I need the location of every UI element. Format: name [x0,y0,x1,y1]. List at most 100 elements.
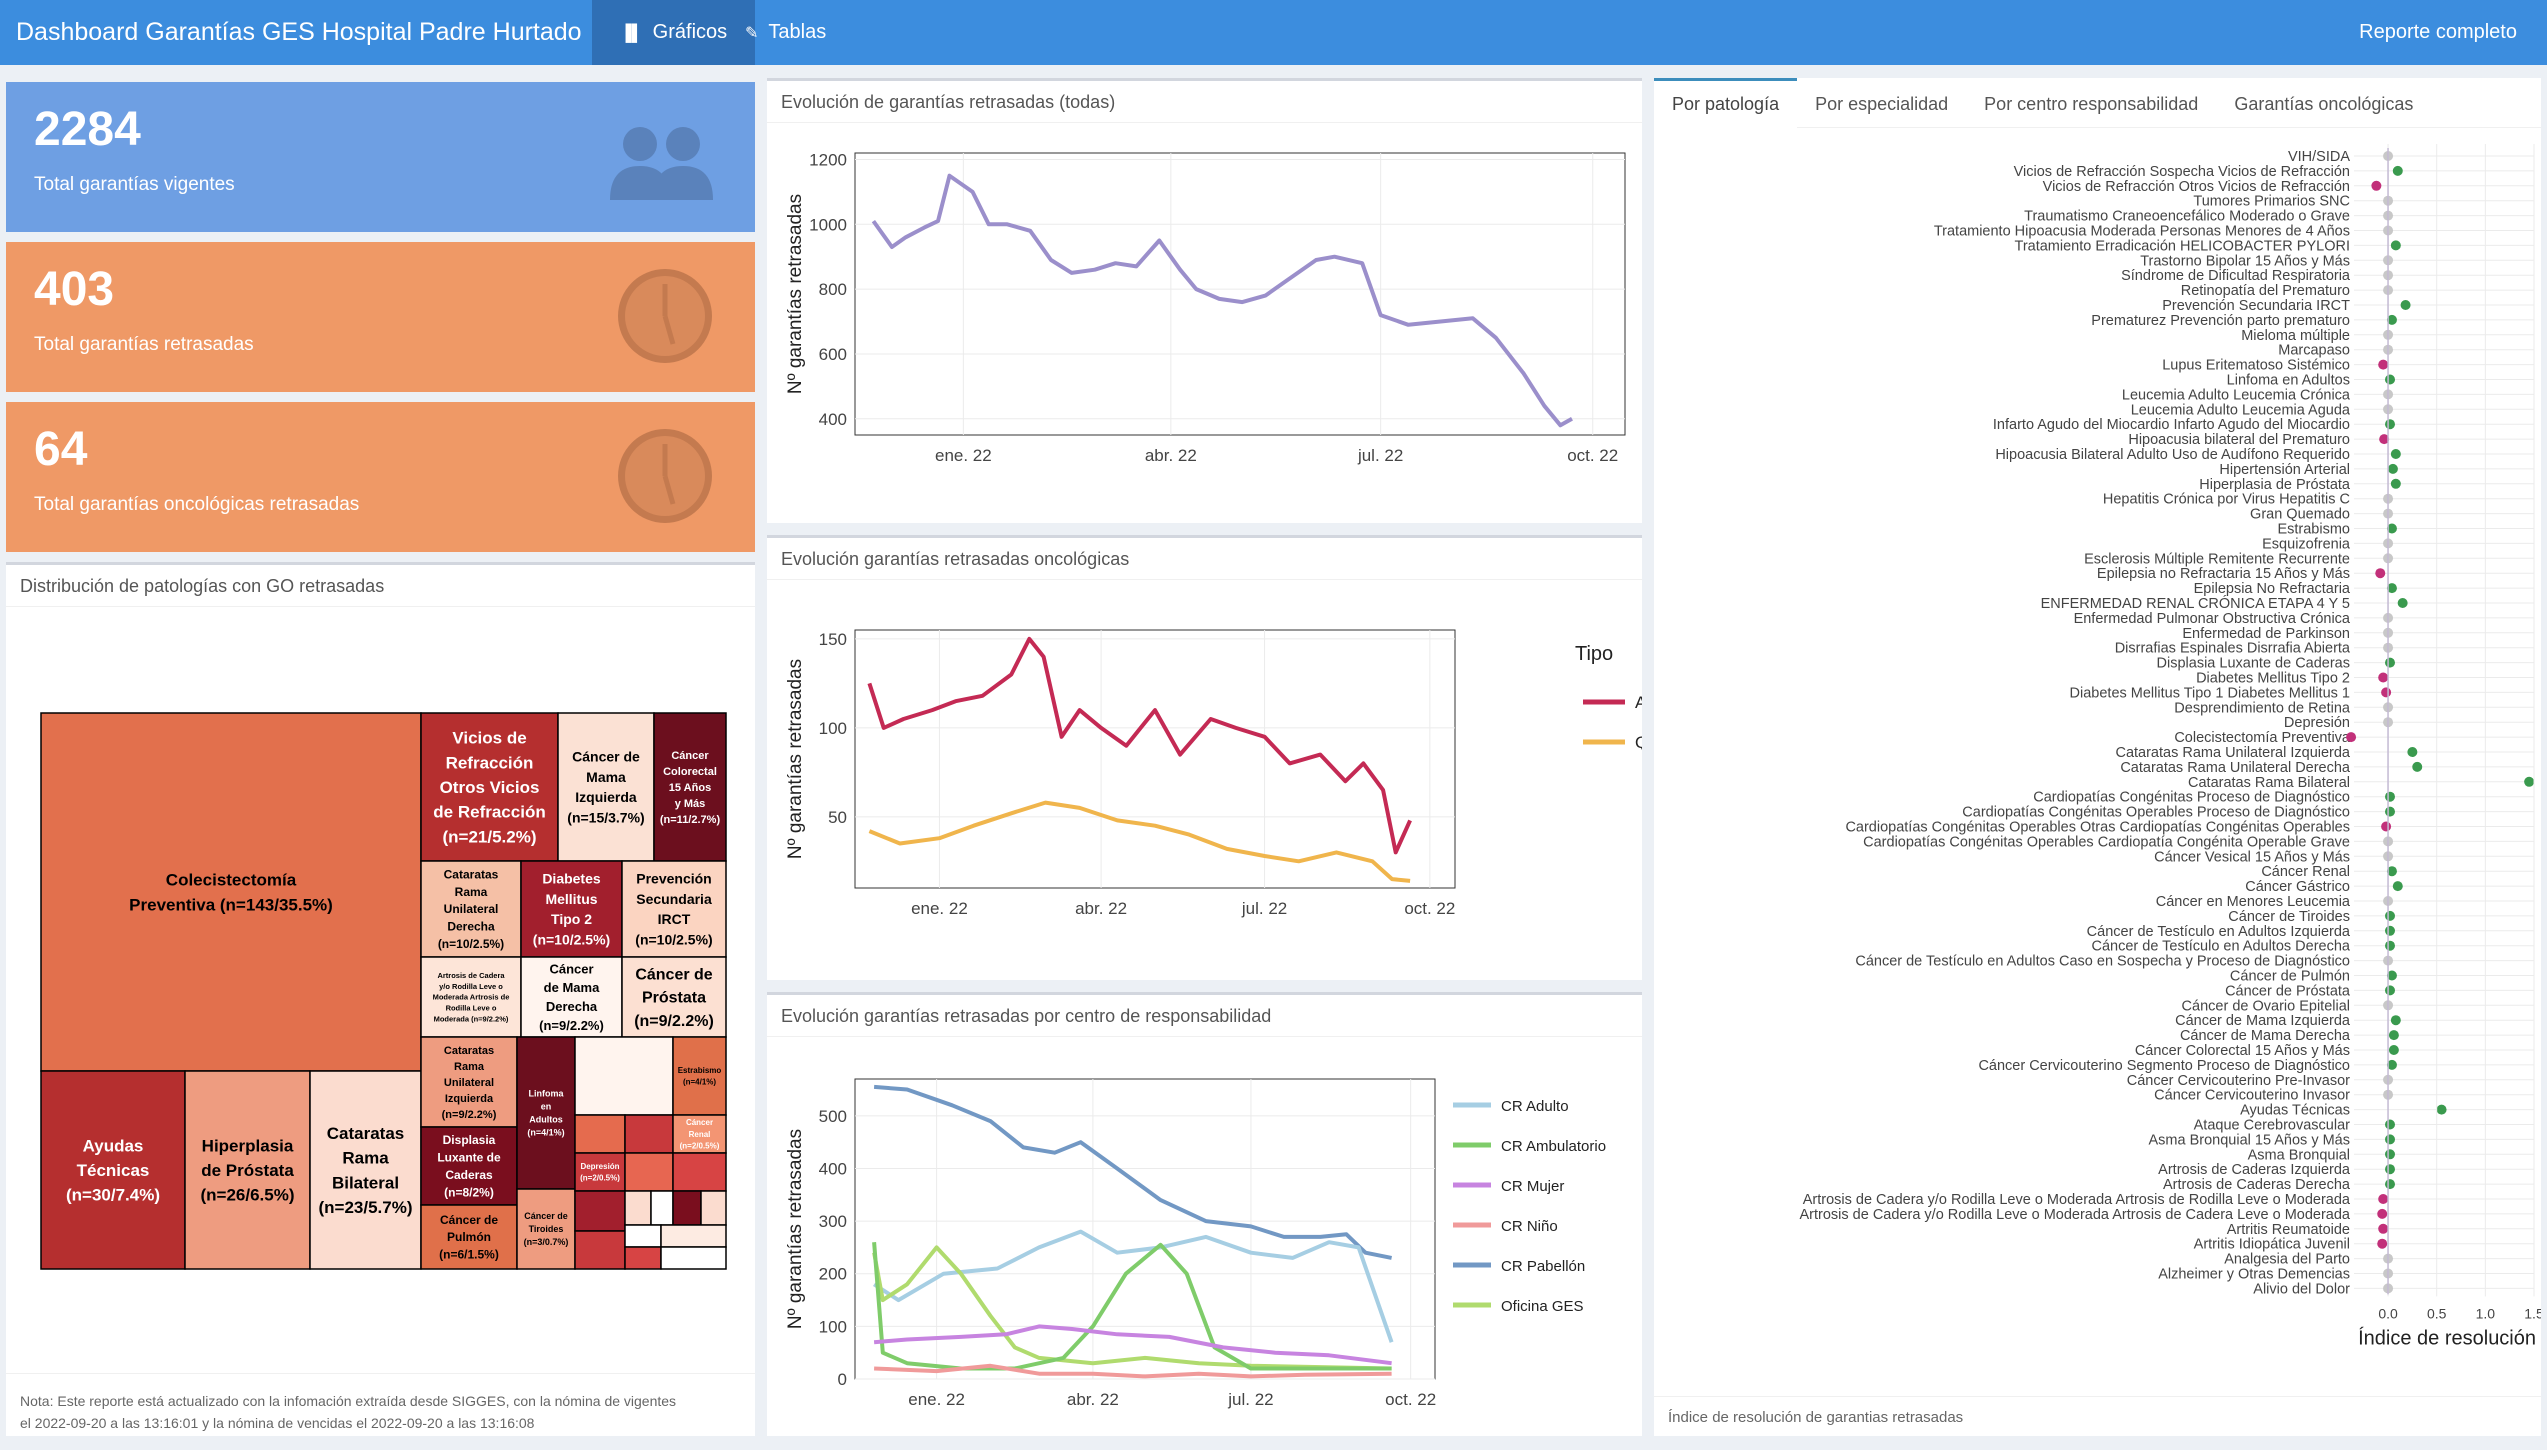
y-axis-label: Nº garantías retrasadas [785,659,806,859]
treemap-label: Colorectal [663,766,717,778]
y-tick-label: 150 [819,630,847,649]
note-line-1: Nota: Este reporte está actualizado con … [20,1393,677,1409]
category-label: Tumores Primarios SNC [2193,194,2350,210]
top-navbar: Dashboard Garantías GES Hospital Padre H… [0,0,2547,65]
category-label: VIH/SIDA [2288,149,2350,165]
note-line-2: el 2022-09-20 a las 13:16:01 y la nómina… [20,1415,535,1431]
treemap-cell-cataratas-bil [309,1070,422,1270]
tab-por-especialidad[interactable]: Por especialidad [1797,78,1966,128]
tab-por-patologia[interactable]: Por patología [1654,78,1798,128]
panel-title: Evolución garantías retrasadas por centr… [767,995,1642,1037]
treemap-label: (n=6/1.5%) [439,1248,499,1262]
chart-todas-panel: Evolución de garantías retrasadas (todas… [767,78,1642,523]
treemap-label: Mellitus [545,891,597,907]
category-label: Trastorno Bipolar 15 Años y Más [2140,253,2350,269]
x-tick-label: oct. 22 [1567,446,1618,465]
treemap-label: en [541,1102,552,1112]
treemap-label: (n=10/2.5%) [533,931,610,947]
category-label: Cáncer Cervicouterino Invasor [2154,1088,2350,1104]
category-label: Cáncer de Mama Izquierda [2175,1013,2351,1029]
treemap-cell [672,1190,702,1226]
y-tick-label: 50 [828,808,847,827]
category-label: Prevención Secundaria IRCT [2162,298,2350,314]
treemap-cell [574,1036,674,1116]
dashboard-title[interactable]: Dashboard Garantías GES Hospital Padre H… [16,0,582,65]
treemap-cell-depresion [574,1152,626,1192]
data-point [2436,1104,2447,1115]
treemap-label: Artrosis de Cadera [437,971,505,980]
treemap-cell-estrabismo [672,1036,727,1116]
treemap-cell-linfoma [516,1036,576,1190]
y-tick-label: 500 [819,1107,847,1126]
users-icon [610,127,713,200]
data-point [2371,180,2382,191]
category-label: Hipoacusia Bilateral Adulto Uso de Audíf… [1995,447,2350,463]
data-point [2407,747,2418,757]
data-point [2385,419,2395,430]
treemap-label: Bilateral [332,1173,399,1192]
value-number: 2284 [34,103,141,156]
treemap-label: Pulmón [447,1230,491,1244]
treemap-cell [624,1246,662,1270]
category-label: Cardiopatías Congénitas Operables Cardio… [1863,834,2350,850]
treemap-label: Renal [689,1130,711,1139]
category-label: Diabetes Mellitus Tipo 1 Diabetes Mellit… [2070,685,2350,701]
treemap-label: y/o Rodilla Leve o [439,982,503,991]
resolution-dotplot: VIH/SIDAVicios de Refracción Sospecha Vi… [1800,144,2541,1349]
category-label: Tratamiento Hipoacusia Moderada Personas… [1934,224,2350,240]
treemap-label: de Mama [544,980,600,995]
data-point [2412,761,2423,772]
data-point [2385,1119,2395,1130]
treemap-label: (n=9/2.2%) [539,1018,604,1033]
category-label: Marcapaso [2278,343,2350,359]
data-point [2346,732,2357,743]
treemap-cell [624,1114,674,1154]
nav-tablas[interactable]: ✎ Tablas [717,0,854,65]
value-label: Total garantías retrasadas [34,334,254,355]
data-point [2385,806,2395,817]
category-label: Cataratas Rama Unilateral Izquierda [2115,745,2350,761]
y-tick-label: 600 [819,345,847,364]
treemap-label: 15 Años [669,782,711,794]
y-tick-label: 400 [819,1159,847,1178]
category-label: Hipoacusia bilateral del Prematuro [2128,432,2350,448]
treemap-label: Cataratas [327,1124,405,1143]
category-label: Asma Bronquial 15 Años y Más [2149,1132,2351,1148]
treemap-cell [650,1190,674,1226]
treemap-label: (n=23/5.7%) [318,1198,412,1217]
treemap-label: Depresión [580,1162,619,1171]
bar-chart-icon: ▐▌ [620,25,643,42]
category-label: Cáncer de Pulmón [2230,969,2350,985]
category-label: Cáncer de Testículo en Adultos Caso en S… [1855,954,2350,970]
treemap-label: Ayudas [83,1136,144,1155]
x-tick-label: jul. 22 [1241,899,1287,918]
legend-label: CR Niño [1501,1218,1558,1235]
update-note: Nota: Este reporte está actualizado con … [6,1373,755,1450]
treemap-label: Moderada (n=9/2.2%) [434,1014,509,1023]
x-tick-label: oct. 22 [1404,899,1455,918]
tab-oncologicas[interactable]: Garantías oncológicas [2216,78,2431,128]
treemap-cell [574,1114,626,1154]
valuebox-vigentes: 2284 Total garantías vigentes [6,82,755,232]
treemap-label: (n=15/3.7%) [567,809,644,825]
category-label: Cáncer de Mama Derecha [2180,1028,2351,1044]
y-tick-label: 1000 [809,215,847,234]
category-label: Cardiopatías Congénitas Operables Proces… [1962,805,2350,821]
treemap-label: IRCT [658,911,691,927]
treemap-label: (n=2/0.5%) [580,1174,620,1183]
treemap-label: Caderas [445,1168,493,1182]
data-point [2385,1179,2395,1190]
category-label: Ayudas Técnicas [2240,1103,2350,1119]
y-tick-label: 100 [819,1317,847,1336]
chart-oncologicas-panel: Evolución garantías retrasadas oncológic… [767,535,1642,980]
category-label: Artritis Reumatoide [2227,1222,2350,1238]
tab-por-centro[interactable]: Por centro responsabilidad [1966,78,2216,128]
data-point [2390,240,2401,251]
y-axis-label: Nº garantías retrasadas [785,194,806,394]
report-link[interactable]: Reporte completo [2339,0,2547,65]
data-point [2377,1208,2388,1219]
treemap-label: (n=8/2%) [444,1185,494,1199]
category-label: Esclerosis Múltiple Remitente Recurrente [2084,551,2350,567]
treemap-label: Prevención [636,870,711,886]
category-label: Linfoma en Adultos [2227,373,2350,389]
